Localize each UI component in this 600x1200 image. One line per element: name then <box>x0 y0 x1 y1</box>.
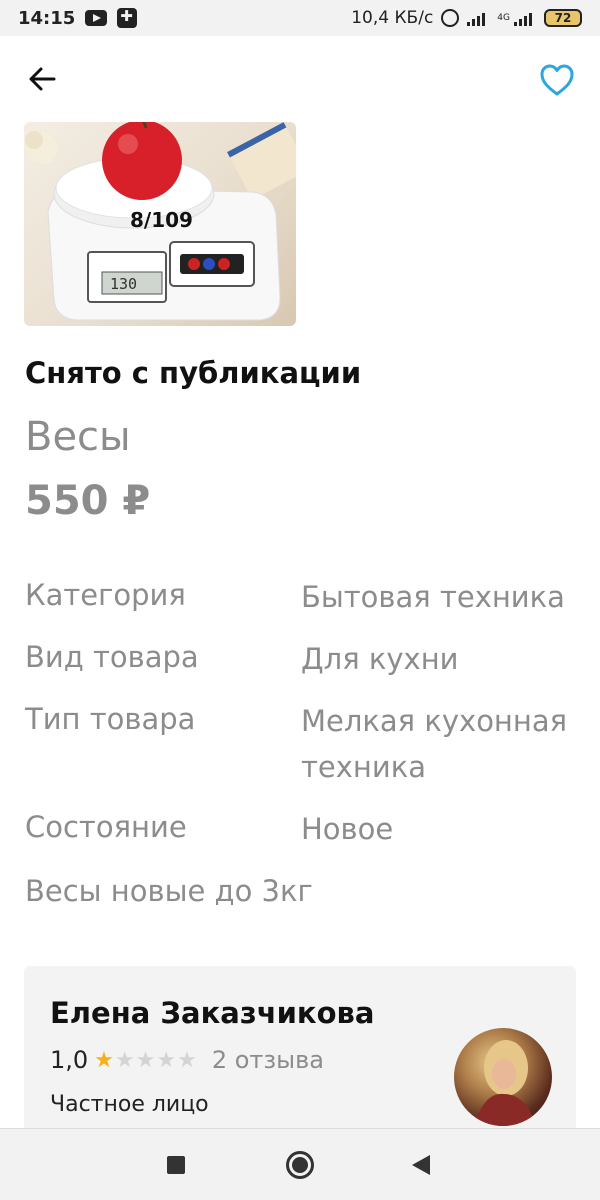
system-nav-bar <box>0 1128 600 1200</box>
star-icon-empty: ★ <box>177 1047 198 1073</box>
star-icon-filled: ★ <box>94 1047 115 1073</box>
rating-stars: ★ ★ ★ ★ ★ <box>94 1048 198 1073</box>
seller-avatar[interactable] <box>454 1028 552 1126</box>
product-description: Весы новые до 3кг <box>25 874 313 908</box>
seller-rating: 1,0 <box>50 1046 89 1074</box>
seller-rating-row: 1,0 ★ ★ ★ ★ ★ 2 отзыва <box>50 1046 324 1074</box>
status-bar: 14:15 10,4 КБ/с 4G 72 <box>0 0 600 36</box>
status-time: 14:15 <box>18 7 76 29</box>
attr-value-category: Бытовая техника <box>301 580 565 614</box>
star-icon-empty: ★ <box>156 1047 178 1073</box>
attr-label-type: Тип товара <box>25 702 196 736</box>
image-caption: 8/109 <box>130 208 193 232</box>
alarm-icon <box>441 9 460 27</box>
attr-label-category: Категория <box>25 578 186 612</box>
signal-icon-2 <box>514 10 536 26</box>
seller-reviews[interactable]: 2 отзыва <box>212 1046 324 1074</box>
network-speed: 10,4 КБ/с <box>351 8 434 28</box>
attr-label-condition: Состояние <box>25 810 187 844</box>
youtube-icon <box>85 10 108 26</box>
product-image[interactable]: 8/109 130 <box>24 122 296 326</box>
attr-value-type: Мелкая кухонная техника <box>301 704 568 784</box>
favorite-button[interactable] <box>538 62 576 98</box>
scale-display: 130 <box>110 275 138 293</box>
star-icon-empty: ★ <box>114 1047 136 1073</box>
attr-value-condition: Новое <box>301 812 394 846</box>
listing-status: Снято с публикации <box>25 356 362 390</box>
avatar-photo <box>474 1040 536 1126</box>
app-icon <box>117 7 138 28</box>
network-type: 4G <box>497 12 510 23</box>
home-circle-icon[interactable] <box>286 1151 314 1179</box>
back-button[interactable] <box>26 62 60 96</box>
seller-card[interactable]: Елена Заказчикова 1,0 ★ ★ ★ ★ ★ 2 отзыва… <box>24 966 576 1146</box>
product-title: Весы <box>25 414 131 460</box>
seller-type: Частное лицо <box>50 1092 209 1117</box>
product-price: 550 ₽ <box>25 478 151 524</box>
heart-outline-icon <box>540 64 574 96</box>
recents-square-icon[interactable] <box>167 1156 185 1174</box>
seller-name: Елена Заказчикова <box>50 996 375 1030</box>
battery-icon: 72 <box>544 9 582 27</box>
star-icon-empty: ★ <box>135 1047 157 1073</box>
arrow-left-icon <box>29 67 56 91</box>
signal-icon <box>467 10 489 26</box>
back-triangle-icon[interactable] <box>412 1155 430 1175</box>
attr-value-kind: Для кухни <box>301 642 459 676</box>
attr-label-kind: Вид товара <box>25 640 199 674</box>
